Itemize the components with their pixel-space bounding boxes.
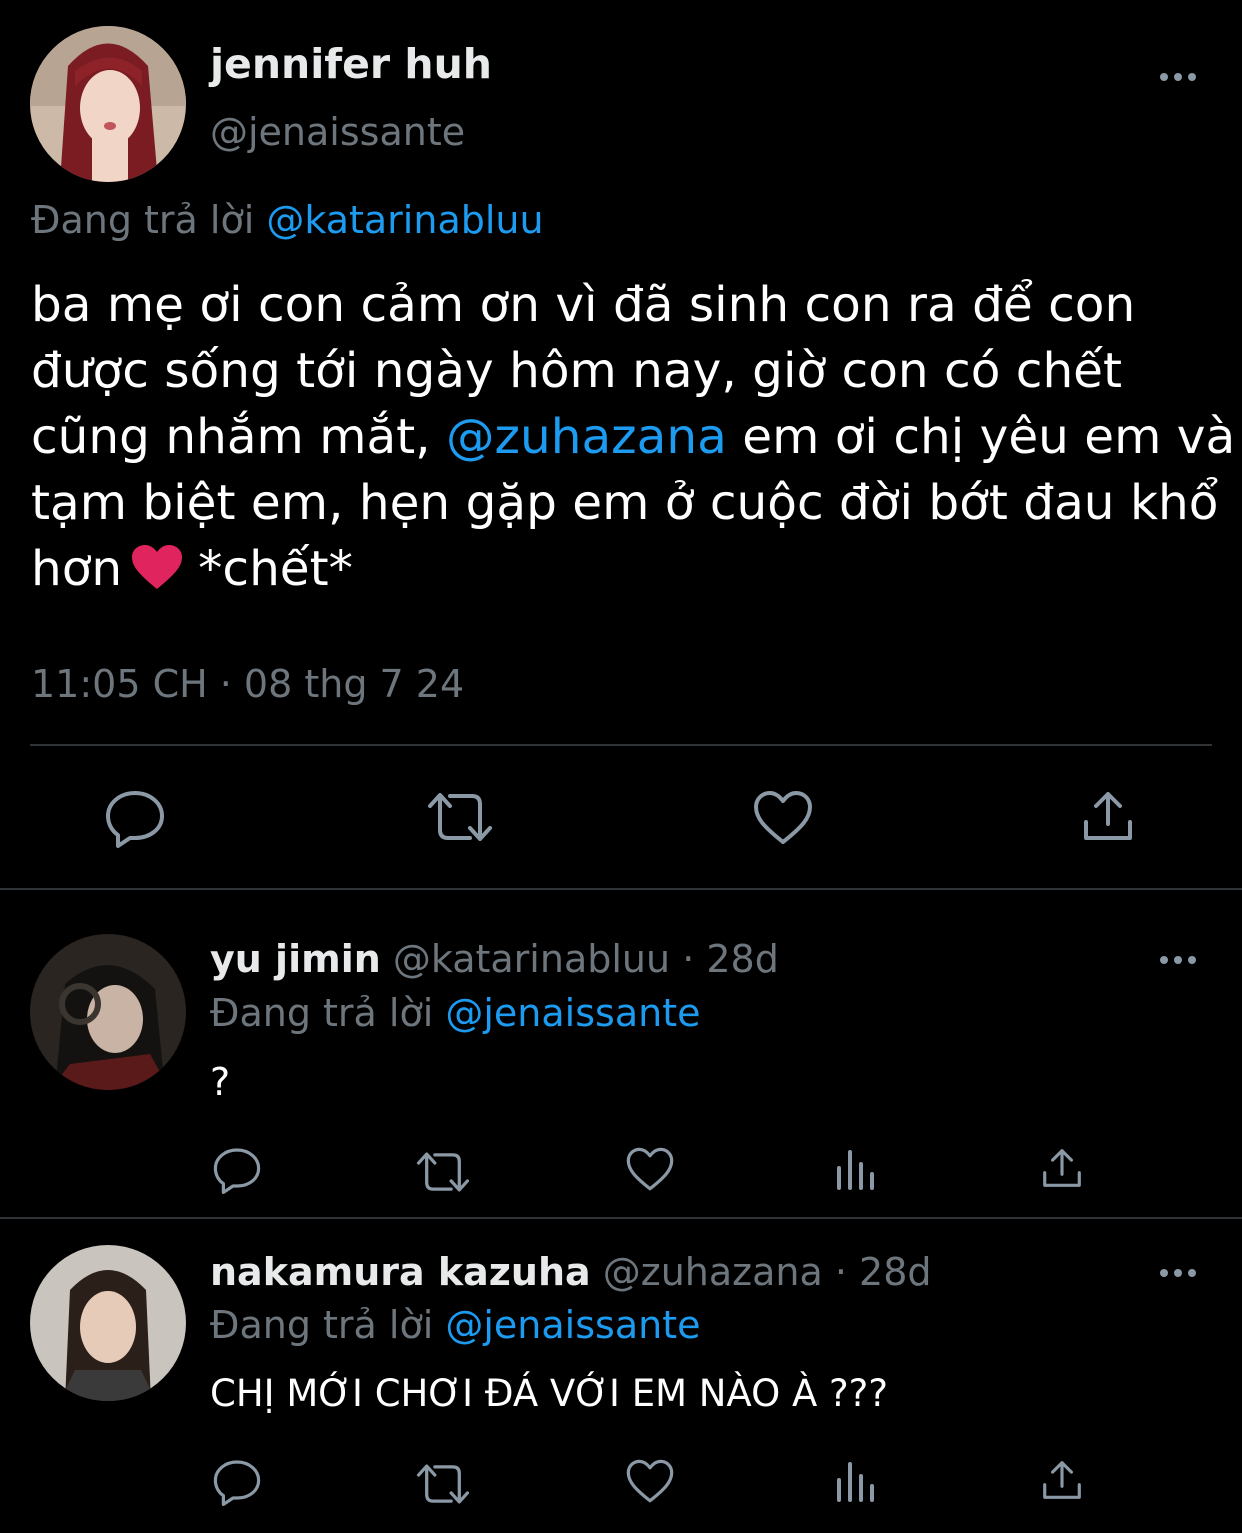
replying-to-line: Đang trả lời @jenaissante xyxy=(210,991,700,1035)
avatar-nakamura-kazuha[interactable] xyxy=(30,1245,186,1401)
reply-icon[interactable] xyxy=(104,788,166,848)
reply-header: nakamura kazuha @zuhazana · 28d xyxy=(210,1250,932,1294)
replying-label: Đang trả lời xyxy=(31,198,255,242)
more-icon[interactable] xyxy=(1160,1269,1196,1277)
more-icon[interactable] xyxy=(1160,956,1196,964)
separator-dot: · xyxy=(682,937,695,981)
avatar-jennifer[interactable] xyxy=(30,26,186,182)
replying-label: Đang trả lời xyxy=(210,1303,434,1347)
separator-dot: · xyxy=(834,1250,847,1294)
tweet-text-part3: *chết* xyxy=(198,541,353,597)
display-name[interactable]: jennifer huh xyxy=(210,40,492,88)
views-icon[interactable] xyxy=(834,1148,878,1190)
replying-to-link[interactable]: @jenaissante xyxy=(445,991,700,1035)
relative-time[interactable]: 28d xyxy=(859,1250,931,1294)
tweet-text: ba mẹ ơi con cảm ơn vì đã sinh con ra để… xyxy=(31,272,1236,608)
replying-label: Đang trả lời xyxy=(210,991,434,1035)
retweet-icon[interactable] xyxy=(415,1462,471,1506)
reply-text: CHỊ MỚI CHƠI ĐÁ VỚI EM NÀO À ??? xyxy=(210,1372,888,1415)
replying-to-link[interactable]: @jenaissante xyxy=(445,1303,700,1347)
like-icon[interactable] xyxy=(625,1459,675,1504)
relative-time[interactable]: 28d xyxy=(706,937,778,981)
share-icon[interactable] xyxy=(1040,1146,1084,1190)
reply-text: ? xyxy=(210,1060,231,1104)
replying-to-line: Đang trả lời @jenaissante xyxy=(210,1303,700,1347)
replying-to-line: Đang trả lời @katarinabluu xyxy=(31,198,544,242)
more-icon[interactable] xyxy=(1160,73,1196,81)
timestamp[interactable]: 11:05 CH · 08 thg 7 24 xyxy=(31,662,464,706)
display-name[interactable]: nakamura kazuha xyxy=(210,1250,591,1294)
like-icon[interactable] xyxy=(625,1147,675,1192)
share-icon[interactable] xyxy=(1080,788,1136,844)
display-name[interactable]: yu jimin xyxy=(210,937,381,981)
views-icon[interactable] xyxy=(834,1460,878,1502)
divider xyxy=(0,888,1242,890)
reply-icon[interactable] xyxy=(212,1146,262,1194)
handle[interactable]: @zuhazana xyxy=(603,1250,823,1294)
divider xyxy=(30,744,1212,746)
like-icon[interactable] xyxy=(752,790,814,846)
retweet-icon[interactable] xyxy=(415,1150,471,1194)
mention-link[interactable]: @zuhazana xyxy=(446,409,727,465)
reply-header: yu jimin @katarinabluu · 28d xyxy=(210,937,779,981)
divider xyxy=(0,1217,1242,1219)
avatar-yu-jimin[interactable] xyxy=(30,934,186,1090)
share-icon[interactable] xyxy=(1040,1458,1084,1502)
handle[interactable]: @jenaissante xyxy=(210,110,465,154)
retweet-icon[interactable] xyxy=(426,790,494,844)
replying-to-link[interactable]: @katarinabluu xyxy=(266,198,543,242)
heart-emoji xyxy=(130,542,184,608)
reply-icon[interactable] xyxy=(212,1458,262,1506)
handle[interactable]: @katarinabluu xyxy=(393,937,670,981)
